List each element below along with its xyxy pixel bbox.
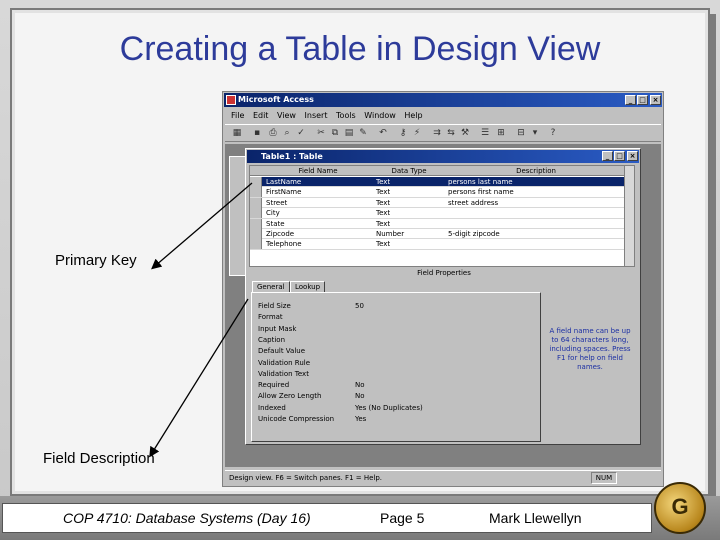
- footer-page: Page 5: [380, 510, 425, 526]
- primary-key-arrow: [151, 182, 253, 270]
- slide-footer: COP 4710: Database Systems (Day 16) Page…: [0, 496, 720, 540]
- footer-bar: COP 4710: Database Systems (Day 16) Page…: [2, 503, 652, 533]
- field-description-arrow: [149, 298, 249, 458]
- footer-course: COP 4710: Database Systems (Day 16): [63, 510, 311, 526]
- university-logo: G: [654, 482, 706, 534]
- footer-author: Mark Llewellyn: [489, 510, 582, 526]
- slide: Creating a Table in Design View Microsof…: [0, 0, 720, 540]
- callout-arrows: [149, 182, 253, 458]
